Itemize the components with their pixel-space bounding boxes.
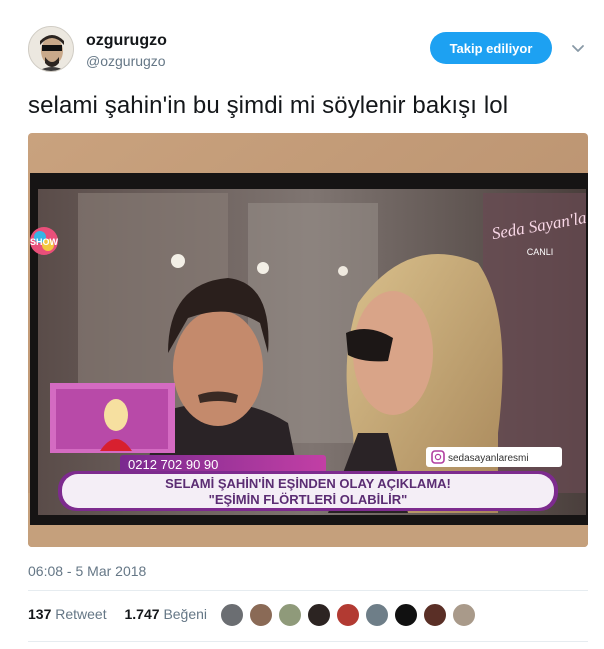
author-name[interactable]: ozgurugzo <box>86 32 167 50</box>
tweet-text: selami şahin'in bu şimdi mi söylenir bak… <box>28 92 509 119</box>
like-count: 1.747 <box>124 606 160 622</box>
following-button[interactable]: Takip ediliyor <box>430 32 552 64</box>
retweet-count: 137 <box>28 606 52 622</box>
liker-avatar[interactable] <box>220 603 244 627</box>
liker-avatar[interactable] <box>394 603 418 627</box>
tweet-timestamp[interactable]: 06:08 - 5 Mar 2018 <box>28 563 146 579</box>
retweet-stat[interactable]: 137 Retweet <box>28 606 107 622</box>
tweet-stats: 137 Retweet 1.747 Beğeni <box>28 606 221 622</box>
headline-line-2: "EŞİMİN FLÖRTLERİ OLABİLİR" <box>209 492 408 507</box>
author-handle[interactable]: @ozgurugzo <box>86 53 166 69</box>
author-avatar[interactable] <box>28 26 74 72</box>
like-label: Beğeni <box>163 606 208 622</box>
liker-avatar[interactable] <box>307 603 331 627</box>
live-label: CANLI <box>527 247 554 257</box>
headline-line-1: SELAMİ ŞAHİN'İN EŞİNDEN OLAY AÇIKLAMA! <box>165 476 451 491</box>
liker-avatar[interactable] <box>365 603 389 627</box>
liker-avatar[interactable] <box>278 603 302 627</box>
divider <box>28 641 588 642</box>
tweet-media-image[interactable]: SHOW Seda Sayan'la CANLI 0212 702 90 90 … <box>28 133 588 547</box>
tweet-header: ozgurugzo @ozgurugzo Takip ediliyor <box>28 24 588 76</box>
channel-logo: SHOW <box>30 237 59 247</box>
divider <box>28 590 588 591</box>
liker-avatar[interactable] <box>249 603 273 627</box>
liker-avatar[interactable] <box>336 603 360 627</box>
instagram-handle: sedasayanlaresmi <box>448 453 529 464</box>
liker-avatar[interactable] <box>423 603 447 627</box>
phone-number: 0212 702 90 90 <box>128 457 218 472</box>
chevron-down-icon[interactable] <box>568 38 588 58</box>
retweet-label: Retweet <box>55 606 107 622</box>
like-stat[interactable]: 1.747 Beğeni <box>125 606 208 622</box>
liker-avatar[interactable] <box>452 603 476 627</box>
